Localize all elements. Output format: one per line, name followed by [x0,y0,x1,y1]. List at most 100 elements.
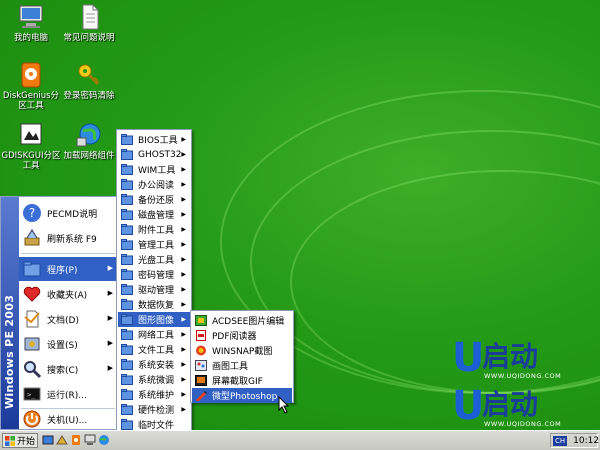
programs-item[interactable]: 硬件检测 ▶ [118,402,190,417]
graphics-item[interactable]: WINSNAP截图 [192,343,292,358]
submenu-arrow-icon: ▶ [181,226,186,233]
desktop-icon-faq[interactable]: 常见问题说明 [58,4,120,43]
start-item-favorites[interactable]: 收藏夹(A) ▶ [19,282,117,306]
programs-item[interactable]: 网络工具 ▶ [118,327,190,342]
start-item-pecmd-help[interactable]: ? PECMD说明 [19,201,117,225]
quick-launch-computer-icon[interactable] [84,434,96,446]
programs-item-label: 硬件检测 [138,406,175,416]
folder-icon [121,284,133,295]
shutdown-icon [22,409,42,429]
graphics-item-label: PDF阅读器 [212,332,257,342]
folder-icon [121,149,133,160]
submenu-arrow-icon: ▶ [107,289,113,297]
programs-item[interactable]: 备份还原 ▶ [118,192,190,207]
windows-flag-icon [5,435,15,446]
programs-item[interactable]: 密码管理 ▶ [118,267,190,282]
photoshop-icon [195,390,207,401]
start-button[interactable]: 开始 [2,433,38,448]
graphics-item[interactable]: ACDSEE图片编辑 [192,313,292,328]
programs-item[interactable]: 附件工具 ▶ [118,222,190,237]
submenu-arrow-icon: ▶ [181,361,186,368]
acdsee-icon [195,315,207,326]
programs-item-label: 系统微调 [138,376,175,386]
quick-launch-network-icon[interactable] [98,434,110,446]
folder-icon [121,179,133,190]
folder-icon [121,314,133,325]
submenu-arrow-icon: ▶ [107,339,113,347]
start-item-settings[interactable]: 设置(S) ▶ [19,332,117,356]
folder-icon [121,164,133,175]
programs-item-label: WIM工具 [138,166,176,176]
folder-icon [121,389,133,400]
logo-letter: U [452,335,485,381]
submenu-arrow-icon: ▶ [181,136,186,143]
graphics-item-label: 微型Photoshop [212,392,278,402]
quick-launch-disk-icon[interactable] [70,434,82,446]
programs-item[interactable]: 磁盘管理 ▶ [118,207,190,222]
search-icon [22,359,42,379]
input-language-badge[interactable]: CH [553,435,568,446]
folder-icon [121,194,133,205]
folder-icon [121,134,133,145]
submenu-arrow-icon: ▶ [181,241,186,248]
graphics-item-label: 屏幕截取GIF [212,377,263,387]
programs-item-label: 数据恢复 [138,301,175,311]
desktop-icon-diskgui[interactable]: GDISKGUI分区工具 [0,122,62,171]
sidebar-brand-text: Windows PE 2003 [3,294,16,409]
winsnap-icon [195,345,207,356]
programs-item[interactable]: 光盘工具 ▶ [118,252,190,267]
start-item-documents[interactable]: 文档(D) ▶ [19,307,117,331]
graphics-item-label: 画图工具 [212,362,249,372]
graphics-item[interactable]: 屏幕截取GIF [192,373,292,388]
show-desktop-icon[interactable] [42,434,54,446]
programs-item[interactable]: GHOST32 ▶ [118,147,190,162]
desktop-icon-diskgenius[interactable]: DiskGenius分区工具 [0,62,62,111]
desktop-icon-my-computer[interactable]: 我的电脑 [0,4,62,43]
svg-text:?: ? [29,206,35,220]
quick-launch-tools-icon[interactable] [56,434,68,446]
programs-item[interactable]: 驱动管理 ▶ [118,282,190,297]
start-item-refresh[interactable]: 刷新系统 F9 [19,226,117,250]
taskbar-clock[interactable]: 10:12 [573,436,599,446]
programs-item-label: 管理工具 [138,241,175,251]
graphics-item-label: WINSNAP截图 [212,347,273,357]
programs-item[interactable]: 文件工具 ▶ [118,342,190,357]
start-item-search[interactable]: 搜索(C) ▶ [19,357,117,381]
start-item-run[interactable]: >_ 运行(R)... [19,382,117,406]
programs-item[interactable]: 系统维护 ▶ [118,387,190,402]
logo-letter: U [452,383,485,429]
uqidong-logo: U 启动 WWW.UQIDONG.COM [452,386,572,430]
graphics-item[interactable]: 微型Photoshop [192,388,292,403]
programs-item[interactable]: WIM工具 ▶ [118,162,190,177]
start-item-label: 刷新系统 F9 [47,234,97,245]
run-icon: >_ [22,384,42,404]
start-item-shutdown[interactable]: 关机(U)... [19,409,117,429]
gif-capture-icon [195,375,207,386]
logo-url: WWW.UQIDONG.COM [484,372,562,380]
graphics-submenu: ACDSEE图片编辑 PDF阅读器 WINSNAP截图 画图工具屏幕截取GIF 微型Ph… [190,310,294,403]
start-item-label: 关机(U)... [47,415,88,426]
programs-item[interactable]: 图形图像 ▶ [118,312,190,327]
graphics-item[interactable]: 画图工具 [192,358,292,373]
programs-item-label: 办公阅读 [138,181,175,191]
settings-icon [22,334,42,354]
start-item-label: 文档(D) [47,315,79,326]
programs-item[interactable]: 数据恢复 ▶ [118,297,190,312]
start-menu-sidebar: Windows PE 2003 [1,197,19,429]
programs-item[interactable]: 系统安装 ▶ [118,357,190,372]
submenu-arrow-icon: ▶ [107,364,113,372]
folder-icon [121,344,133,355]
programs-item[interactable]: 办公阅读 ▶ [118,177,190,192]
programs-item[interactable]: 系统微调 ▶ [118,372,190,387]
submenu-arrow-icon: ▶ [181,271,186,278]
programs-item[interactable]: 管理工具 ▶ [118,237,190,252]
start-item-programs[interactable]: 程序(P) ▶ [19,257,117,281]
desktop-icon-network-load[interactable]: 加载网络组件 [58,122,120,161]
submenu-arrow-icon: ▶ [181,406,186,413]
submenu-arrow-icon: ▶ [181,391,186,398]
pdf-icon [195,330,207,341]
graphics-item[interactable]: PDF阅读器 [192,328,292,343]
programs-item[interactable]: BIOS工具 ▶ [118,132,190,147]
desktop-icon-password-clear[interactable]: 登录密码清除 [58,62,120,101]
submenu-arrow-icon: ▶ [107,264,113,272]
